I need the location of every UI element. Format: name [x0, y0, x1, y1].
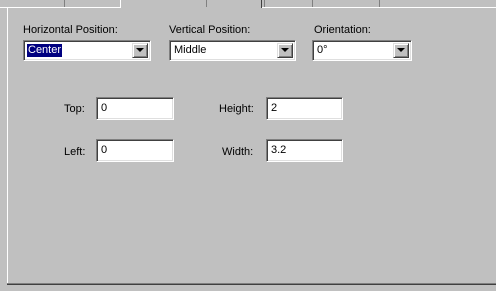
vertical-position-value: Middle — [174, 44, 207, 56]
tab-edge — [0, 0, 120, 8]
orientation-label: Orientation: — [314, 24, 371, 36]
height-input[interactable]: 2 — [266, 97, 343, 120]
horizontal-position-label: Horizontal Position: — [23, 24, 118, 36]
left-value: 0 — [101, 144, 108, 156]
top-label: Top: — [64, 103, 85, 115]
panel-border-bottom-dark — [7, 284, 496, 285]
width-value: 3.2 — [271, 144, 287, 156]
width-label: Width: — [222, 146, 254, 158]
chevron-down-icon — [281, 48, 289, 52]
horizontal-position-dropdown-button[interactable] — [132, 43, 148, 58]
vertical-position-label: Vertical Position: — [169, 24, 251, 36]
vertical-position-dropdown-button[interactable] — [277, 43, 293, 58]
left-label: Left: — [64, 146, 86, 158]
height-label: Height: — [219, 103, 254, 115]
height-value: 2 — [271, 102, 278, 114]
horizontal-position-value: Center — [27, 44, 63, 57]
tab-divider — [312, 0, 313, 7]
vertical-position-select[interactable]: Middle — [169, 40, 296, 61]
width-input[interactable]: 3.2 — [266, 139, 343, 162]
chevron-down-icon — [397, 48, 405, 52]
top-input[interactable]: 0 — [96, 97, 174, 120]
tab-divider — [379, 0, 380, 7]
tab-divider — [206, 0, 207, 7]
orientation-value: 0° — [317, 44, 328, 56]
orientation-dropdown-button[interactable] — [393, 43, 409, 58]
panel-border-left — [7, 8, 8, 284]
orientation-select[interactable]: 0° — [312, 40, 412, 61]
tab-active-edge — [120, 0, 262, 8]
horizontal-position-select[interactable]: Center — [23, 40, 151, 61]
chevron-down-icon — [136, 48, 144, 52]
tab-divider — [264, 0, 265, 7]
position-settings-panel: Horizontal Position: Vertical Position: … — [0, 0, 496, 291]
tab-strip — [0, 0, 496, 8]
left-input[interactable]: 0 — [96, 139, 174, 162]
top-value: 0 — [101, 102, 108, 114]
tab-divider — [64, 0, 65, 7]
